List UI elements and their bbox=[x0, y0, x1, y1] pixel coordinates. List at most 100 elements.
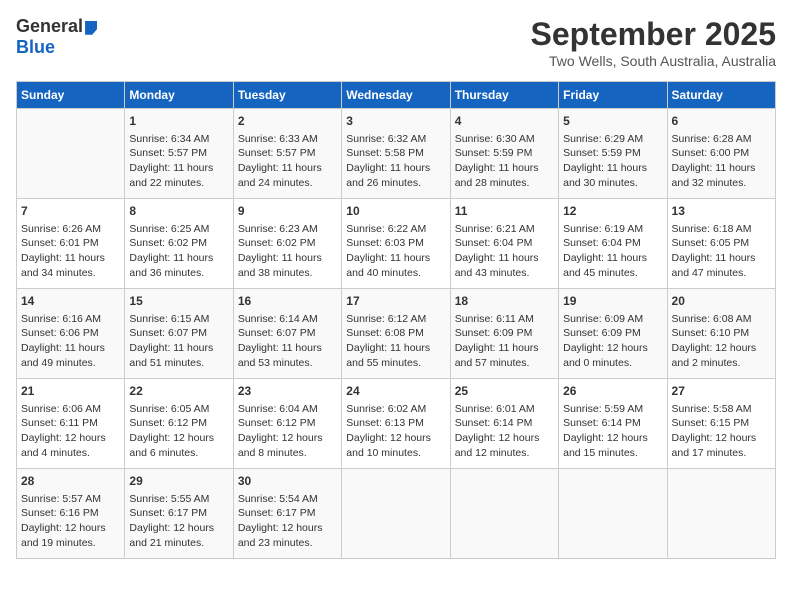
week-row-5: 28 Sunrise: 5:57 AM Sunset: 6:16 PM Dayli… bbox=[17, 469, 776, 559]
logo: General Blue bbox=[16, 16, 97, 58]
day-info: Sunrise: 6:18 AM Sunset: 6:05 PM Dayligh… bbox=[672, 222, 771, 281]
day-number: 19 bbox=[563, 293, 662, 310]
day-number: 21 bbox=[21, 383, 120, 400]
day-info: Sunrise: 6:23 AM Sunset: 6:02 PM Dayligh… bbox=[238, 222, 337, 281]
day-info: Sunrise: 6:32 AM Sunset: 5:58 PM Dayligh… bbox=[346, 132, 445, 191]
calendar-cell: 12 Sunrise: 6:19 AM Sunset: 6:04 PM Dayli… bbox=[559, 199, 667, 289]
day-info: Sunrise: 6:28 AM Sunset: 6:00 PM Dayligh… bbox=[672, 132, 771, 191]
day-number: 30 bbox=[238, 473, 337, 490]
page-header: General Blue September 2025 Two Wells, S… bbox=[16, 16, 776, 69]
calendar-cell: 5 Sunrise: 6:29 AM Sunset: 5:59 PM Daylig… bbox=[559, 109, 667, 199]
calendar-cell: 3 Sunrise: 6:32 AM Sunset: 5:58 PM Daylig… bbox=[342, 109, 450, 199]
day-number: 22 bbox=[129, 383, 228, 400]
day-info: Sunrise: 6:26 AM Sunset: 6:01 PM Dayligh… bbox=[21, 222, 120, 281]
day-info: Sunrise: 6:25 AM Sunset: 6:02 PM Dayligh… bbox=[129, 222, 228, 281]
day-info: Sunrise: 6:12 AM Sunset: 6:08 PM Dayligh… bbox=[346, 312, 445, 371]
logo-general-text: General bbox=[16, 16, 83, 36]
day-number: 12 bbox=[563, 203, 662, 220]
calendar-cell: 14 Sunrise: 6:16 AM Sunset: 6:06 PM Dayli… bbox=[17, 289, 125, 379]
day-info: Sunrise: 6:33 AM Sunset: 5:57 PM Dayligh… bbox=[238, 132, 337, 191]
calendar-cell: 15 Sunrise: 6:15 AM Sunset: 6:07 PM Dayli… bbox=[125, 289, 233, 379]
calendar-cell: 22 Sunrise: 6:05 AM Sunset: 6:12 PM Dayli… bbox=[125, 379, 233, 469]
calendar-cell: 1 Sunrise: 6:34 AM Sunset: 5:57 PM Daylig… bbox=[125, 109, 233, 199]
title-block: September 2025 Two Wells, South Australi… bbox=[531, 16, 776, 69]
day-number: 20 bbox=[672, 293, 771, 310]
day-number: 6 bbox=[672, 113, 771, 130]
header-thursday: Thursday bbox=[450, 82, 558, 109]
calendar-cell bbox=[667, 469, 775, 559]
day-info: Sunrise: 6:01 AM Sunset: 6:14 PM Dayligh… bbox=[455, 402, 554, 461]
day-number: 8 bbox=[129, 203, 228, 220]
day-number: 14 bbox=[21, 293, 120, 310]
day-number: 3 bbox=[346, 113, 445, 130]
calendar-cell: 6 Sunrise: 6:28 AM Sunset: 6:00 PM Daylig… bbox=[667, 109, 775, 199]
calendar-cell: 25Sunrise: 6:01 AM Sunset: 6:14 PM Dayli… bbox=[450, 379, 558, 469]
calendar-cell: 21 Sunrise: 6:06 AM Sunset: 6:11 PM Dayli… bbox=[17, 379, 125, 469]
day-info: Sunrise: 6:16 AM Sunset: 6:06 PM Dayligh… bbox=[21, 312, 120, 371]
calendar-cell: 10 Sunrise: 6:22 AM Sunset: 6:03 PM Dayli… bbox=[342, 199, 450, 289]
day-number: 11 bbox=[455, 203, 554, 220]
calendar-cell: 17 Sunrise: 6:12 AM Sunset: 6:08 PM Dayli… bbox=[342, 289, 450, 379]
calendar-cell: 19 Sunrise: 6:09 AM Sunset: 6:09 PM Dayli… bbox=[559, 289, 667, 379]
day-number: 5 bbox=[563, 113, 662, 130]
day-info: Sunrise: 6:05 AM Sunset: 6:12 PM Dayligh… bbox=[129, 402, 228, 461]
day-number: 29 bbox=[129, 473, 228, 490]
day-info: Sunrise: 6:21 AM Sunset: 6:04 PM Dayligh… bbox=[455, 222, 554, 281]
calendar-cell: 18 Sunrise: 6:11 AM Sunset: 6:09 PM Dayli… bbox=[450, 289, 558, 379]
day-info: Sunrise: 6:06 AM Sunset: 6:11 PM Dayligh… bbox=[21, 402, 120, 461]
week-row-1: 1 Sunrise: 6:34 AM Sunset: 5:57 PM Daylig… bbox=[17, 109, 776, 199]
day-number: 4 bbox=[455, 113, 554, 130]
day-info: Sunrise: 6:19 AM Sunset: 6:04 PM Dayligh… bbox=[563, 222, 662, 281]
month-title: September 2025 bbox=[531, 16, 776, 53]
header-saturday: Saturday bbox=[667, 82, 775, 109]
day-number: 16 bbox=[238, 293, 337, 310]
calendar-cell: 24 Sunrise: 6:02 AM Sunset: 6:13 PM Dayli… bbox=[342, 379, 450, 469]
day-info: Sunrise: 6:34 AM Sunset: 5:57 PM Dayligh… bbox=[129, 132, 228, 191]
day-info: Sunrise: 6:14 AM Sunset: 6:07 PM Dayligh… bbox=[238, 312, 337, 371]
day-number: 10 bbox=[346, 203, 445, 220]
day-info: Sunrise: 6:09 AM Sunset: 6:09 PM Dayligh… bbox=[563, 312, 662, 371]
calendar-cell: 2 Sunrise: 6:33 AM Sunset: 5:57 PM Daylig… bbox=[233, 109, 341, 199]
calendar-cell: 11 Sunrise: 6:21 AM Sunset: 6:04 PM Dayli… bbox=[450, 199, 558, 289]
day-number: 7 bbox=[21, 203, 120, 220]
day-info: Sunrise: 5:55 AM Sunset: 6:17 PM Dayligh… bbox=[129, 492, 228, 551]
calendar-cell: 29 Sunrise: 5:55 AM Sunset: 6:17 PM Dayli… bbox=[125, 469, 233, 559]
week-row-3: 14 Sunrise: 6:16 AM Sunset: 6:06 PM Dayli… bbox=[17, 289, 776, 379]
day-number: 2 bbox=[238, 113, 337, 130]
day-info: Sunrise: 6:08 AM Sunset: 6:10 PM Dayligh… bbox=[672, 312, 771, 371]
day-info: Sunrise: 6:02 AM Sunset: 6:13 PM Dayligh… bbox=[346, 402, 445, 461]
day-info: Sunrise: 6:15 AM Sunset: 6:07 PM Dayligh… bbox=[129, 312, 228, 371]
calendar-table: SundayMondayTuesdayWednesdayThursdayFrid… bbox=[16, 81, 776, 559]
calendar-cell: 4Sunrise: 6:30 AM Sunset: 5:59 PM Daylig… bbox=[450, 109, 558, 199]
calendar-cell: 26Sunrise: 5:59 AM Sunset: 6:14 PM Dayli… bbox=[559, 379, 667, 469]
day-number: 28 bbox=[21, 473, 120, 490]
calendar-cell: 9 Sunrise: 6:23 AM Sunset: 6:02 PM Daylig… bbox=[233, 199, 341, 289]
day-info: Sunrise: 6:22 AM Sunset: 6:03 PM Dayligh… bbox=[346, 222, 445, 281]
header-friday: Friday bbox=[559, 82, 667, 109]
day-number: 1 bbox=[129, 113, 228, 130]
day-info: Sunrise: 6:29 AM Sunset: 5:59 PM Dayligh… bbox=[563, 132, 662, 191]
day-number: 26 bbox=[563, 383, 662, 400]
logo-icon bbox=[85, 21, 97, 35]
calendar-cell: 16 Sunrise: 6:14 AM Sunset: 6:07 PM Dayli… bbox=[233, 289, 341, 379]
calendar-cell: 13Sunrise: 6:18 AM Sunset: 6:05 PM Dayli… bbox=[667, 199, 775, 289]
day-info: Sunrise: 5:58 AM Sunset: 6:15 PM Dayligh… bbox=[672, 402, 771, 461]
calendar-cell bbox=[342, 469, 450, 559]
calendar-cell: 20 Sunrise: 6:08 AM Sunset: 6:10 PM Dayli… bbox=[667, 289, 775, 379]
calendar-header-row: SundayMondayTuesdayWednesdayThursdayFrid… bbox=[17, 82, 776, 109]
calendar-cell: 7 Sunrise: 6:26 AM Sunset: 6:01 PM Daylig… bbox=[17, 199, 125, 289]
calendar-cell: 8 Sunrise: 6:25 AM Sunset: 6:02 PM Daylig… bbox=[125, 199, 233, 289]
day-number: 18 bbox=[455, 293, 554, 310]
day-info: Sunrise: 5:57 AM Sunset: 6:16 PM Dayligh… bbox=[21, 492, 120, 551]
week-row-2: 7 Sunrise: 6:26 AM Sunset: 6:01 PM Daylig… bbox=[17, 199, 776, 289]
day-info: Sunrise: 6:11 AM Sunset: 6:09 PM Dayligh… bbox=[455, 312, 554, 371]
day-number: 24 bbox=[346, 383, 445, 400]
calendar-cell: 30Sunrise: 5:54 AM Sunset: 6:17 PM Dayli… bbox=[233, 469, 341, 559]
day-info: Sunrise: 6:04 AM Sunset: 6:12 PM Dayligh… bbox=[238, 402, 337, 461]
week-row-4: 21 Sunrise: 6:06 AM Sunset: 6:11 PM Dayli… bbox=[17, 379, 776, 469]
day-number: 15 bbox=[129, 293, 228, 310]
day-number: 17 bbox=[346, 293, 445, 310]
calendar-cell bbox=[559, 469, 667, 559]
calendar-cell: 27Sunrise: 5:58 AM Sunset: 6:15 PM Dayli… bbox=[667, 379, 775, 469]
day-number: 9 bbox=[238, 203, 337, 220]
